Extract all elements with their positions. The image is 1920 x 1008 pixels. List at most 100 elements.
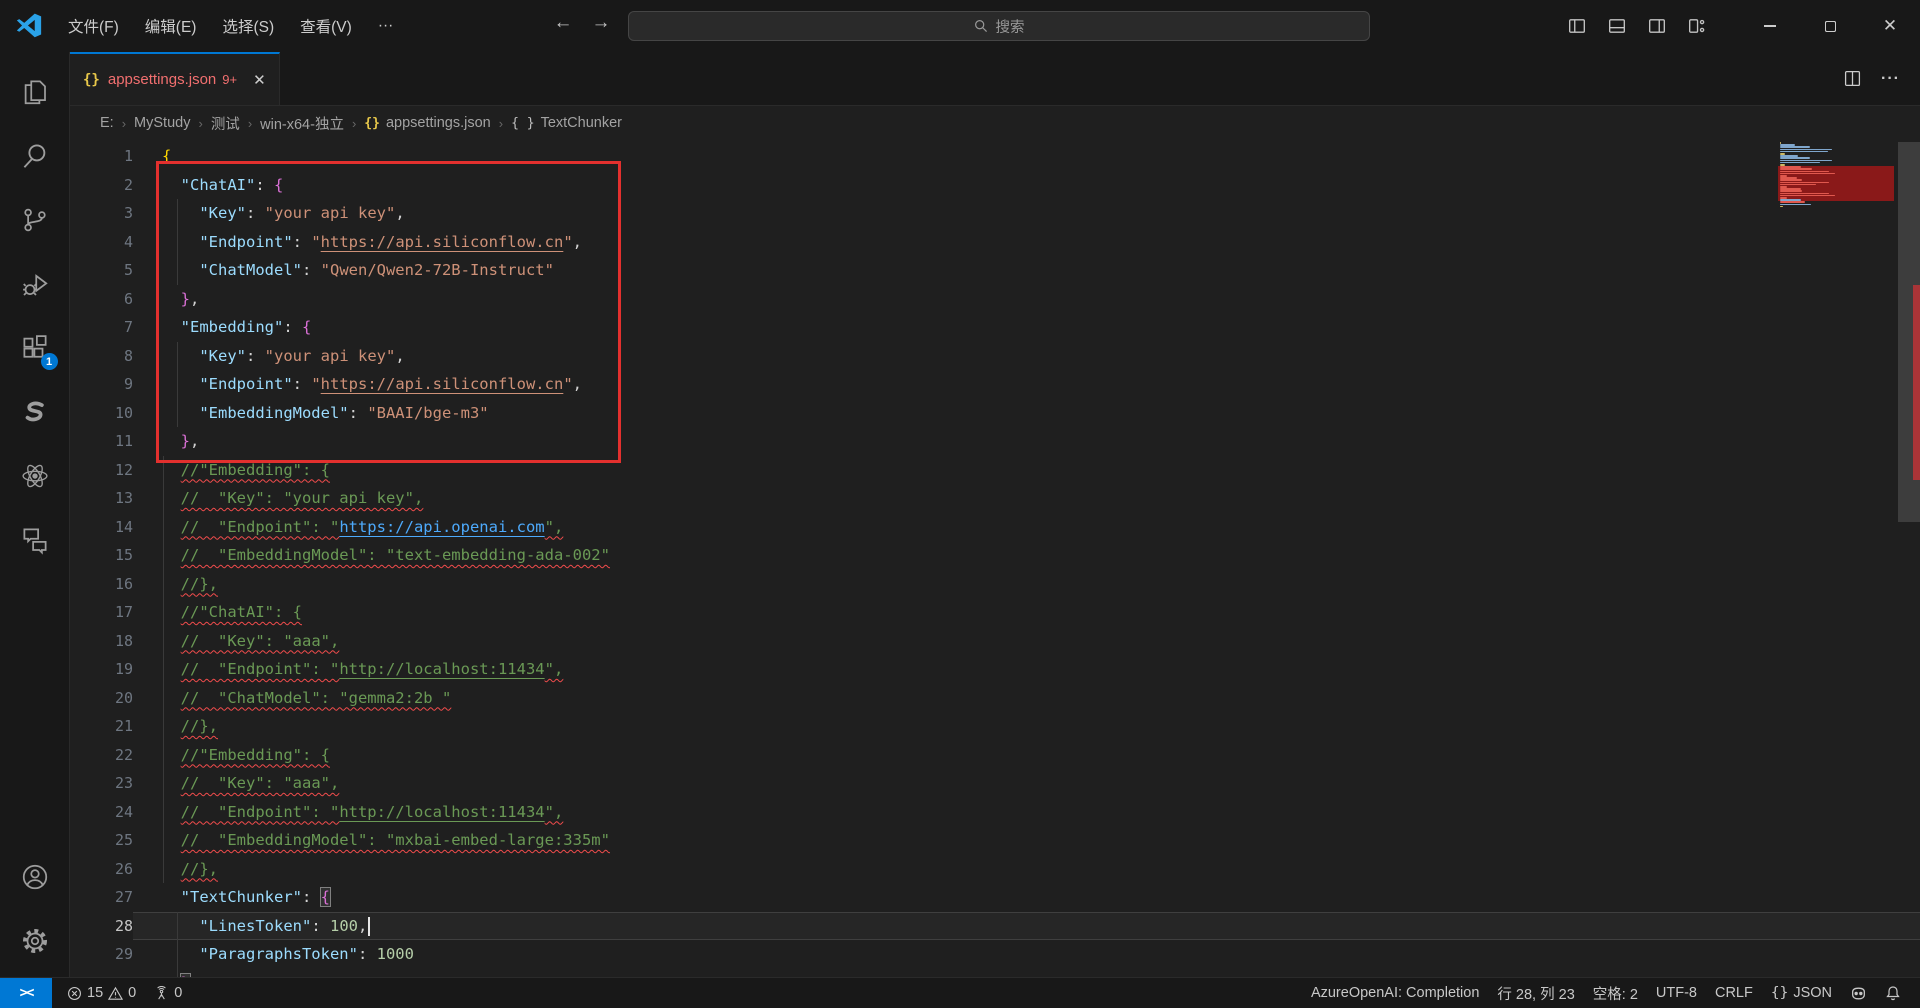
minimap-line [1780,204,1811,206]
indent-guide [163,456,164,485]
search-sidebar-icon[interactable] [0,124,70,188]
tab-close-icon[interactable]: ✕ [253,71,266,89]
code-line-7[interactable]: 7 "Embedding": { [70,313,1920,342]
breadcrumb: E:›MyStudy›测试›win-x64-独立›{}appsettings.j… [70,106,1920,140]
remote-indicator[interactable]: >< [0,978,52,1008]
minimap[interactable] [1778,142,1898,362]
tab-appsettings-json[interactable]: {} appsettings.json 9+ ✕ [70,52,280,105]
indent-guide [177,199,178,228]
toggle-primary-sidebar-icon[interactable] [1568,17,1586,35]
code-line-3[interactable]: 3 "Key": "your api key", [70,199,1920,228]
react-extension-icon[interactable] [0,444,70,508]
code-lines: 1{2 "ChatAI": {3 "Key": "your api key",4… [70,142,1920,977]
breadcrumb-item[interactable]: {}appsettings.json [364,115,490,131]
code-line-29[interactable]: 29 "ParagraphsToken": 1000 [70,940,1920,969]
code-line-9[interactable]: 9 "Endpoint": "https://api.siliconflow.c… [70,370,1920,399]
breadcrumb-separator: › [198,116,202,131]
restore-button[interactable] [1800,0,1860,52]
code-line-4[interactable]: 4 "Endpoint": "https://api.siliconflow.c… [70,228,1920,257]
extensions-icon[interactable]: 1 [0,316,70,380]
ports-status[interactable]: 0 [145,978,191,1008]
code-line-30[interactable]: 30 } [70,969,1920,978]
menu-item-0[interactable]: 文件(F) [56,10,131,42]
code-line-26[interactable]: 26 //}, [70,855,1920,884]
restore-icon [1825,21,1836,32]
problems-status[interactable]: 15 0 [58,978,145,1008]
indent-guide [163,627,164,656]
code-line-23[interactable]: 23 // "Key": "aaa", [70,769,1920,798]
code-line-22[interactable]: 22 //"Embedding": { [70,741,1920,770]
indentation-status[interactable]: 空格: 2 [1584,978,1647,1008]
breadcrumb-item[interactable]: win-x64-独立 [260,113,344,134]
explorer-icon[interactable] [0,60,70,124]
code-line-21[interactable]: 21 //}, [70,712,1920,741]
menu-item-3[interactable]: 查看(V) [288,10,364,42]
notifications-bell[interactable] [1876,978,1910,1008]
menu-item-4[interactable]: ··· [366,12,406,40]
source-control-icon[interactable] [0,188,70,252]
code-line-10[interactable]: 10 "EmbeddingModel": "BAAI/bge-m3" [70,399,1920,428]
toggle-panel-icon[interactable] [1608,17,1626,35]
nav-forward-button[interactable]: → [586,12,616,34]
cursor-position[interactable]: 行 28, 列 23 [1488,978,1583,1008]
customize-layout-icon[interactable] [1688,17,1706,35]
minimize-button[interactable] [1740,0,1800,52]
eol-status[interactable]: CRLF [1706,978,1762,1008]
menu-item-2[interactable]: 选择(S) [210,10,286,42]
comments-icon[interactable] [0,508,70,572]
encoding-status[interactable]: UTF-8 [1647,978,1706,1008]
s-extension-icon[interactable] [0,380,70,444]
code-line-14[interactable]: 14 // "Endpoint": "https://api.openai.co… [70,513,1920,542]
code-line-28[interactable]: 28 "LinesToken": 100, [70,912,1920,941]
window-controls: ✕ [1740,0,1920,52]
menu-item-1[interactable]: 编辑(E) [133,10,209,42]
code-line-27[interactable]: 27 "TextChunker": { [70,883,1920,912]
code-line-25[interactable]: 25 // "EmbeddingModel": "mxbai-embed-lar… [70,826,1920,855]
nav-back-button[interactable]: ← [548,12,578,34]
code-line-6[interactable]: 6 }, [70,285,1920,314]
line-number: 27 [70,883,133,912]
indent-guide [163,712,164,741]
code-line-13[interactable]: 13 // "Key": "your api key", [70,484,1920,513]
breadcrumb-item[interactable]: { }TextChunker [511,115,622,131]
copilot-status[interactable] [1841,978,1876,1008]
azure-openai-status[interactable]: AzureOpenAI: Completion [1302,978,1488,1008]
indent-guide [177,342,178,371]
code-line-8[interactable]: 8 "Key": "your api key", [70,342,1920,371]
menu-bar: 文件(F)编辑(E)选择(S)查看(V)··· [56,0,405,52]
command-center-search[interactable]: 搜索 [628,11,1370,41]
account-icon[interactable] [0,845,70,909]
search-placeholder: 搜索 [996,16,1025,37]
breadcrumb-item[interactable]: E: [100,115,114,131]
close-button[interactable]: ✕ [1860,0,1920,52]
code-line-1[interactable]: 1{ [70,142,1920,171]
minimap-line [1780,146,1810,148]
editor-pane[interactable]: 1{2 "ChatAI": {3 "Key": "your api key",4… [70,140,1920,977]
split-editor-icon[interactable] [1844,70,1861,87]
code-line-18[interactable]: 18 // "Key": "aaa", [70,627,1920,656]
code-line-17[interactable]: 17 //"ChatAI": { [70,598,1920,627]
breadcrumb-item[interactable]: 测试 [211,113,240,134]
more-actions-icon[interactable]: ··· [1881,70,1900,88]
code-line-11[interactable]: 11 }, [70,427,1920,456]
code-line-2[interactable]: 2 "ChatAI": { [70,171,1920,200]
settings-gear-icon[interactable] [0,909,70,973]
code-line-5[interactable]: 5 "ChatModel": "Qwen/Qwen2-72B-Instruct" [70,256,1920,285]
toggle-secondary-sidebar-icon[interactable] [1648,17,1666,35]
text-cursor [368,917,370,936]
code-line-15[interactable]: 15 // "EmbeddingModel": "text-embedding-… [70,541,1920,570]
code-line-24[interactable]: 24 // "Endpoint": "http://localhost:1143… [70,798,1920,827]
vscode-logo-icon[interactable] [16,13,42,39]
minimap-line [1780,162,1820,164]
code-line-12[interactable]: 12 //"Embedding": { [70,456,1920,485]
line-number: 13 [70,484,133,513]
minimap-line [1780,168,1812,170]
run-debug-icon[interactable] [0,252,70,316]
code-line-16[interactable]: 16 //}, [70,570,1920,599]
breadcrumb-item[interactable]: MyStudy [134,115,190,131]
code-line-20[interactable]: 20 // "ChatModel": "gemma2:2b " [70,684,1920,713]
line-number: 21 [70,712,133,741]
minimap-line [1780,157,1810,159]
language-mode[interactable]: {} JSON [1762,978,1841,1008]
code-line-19[interactable]: 19 // "Endpoint": "http://localhost:1143… [70,655,1920,684]
